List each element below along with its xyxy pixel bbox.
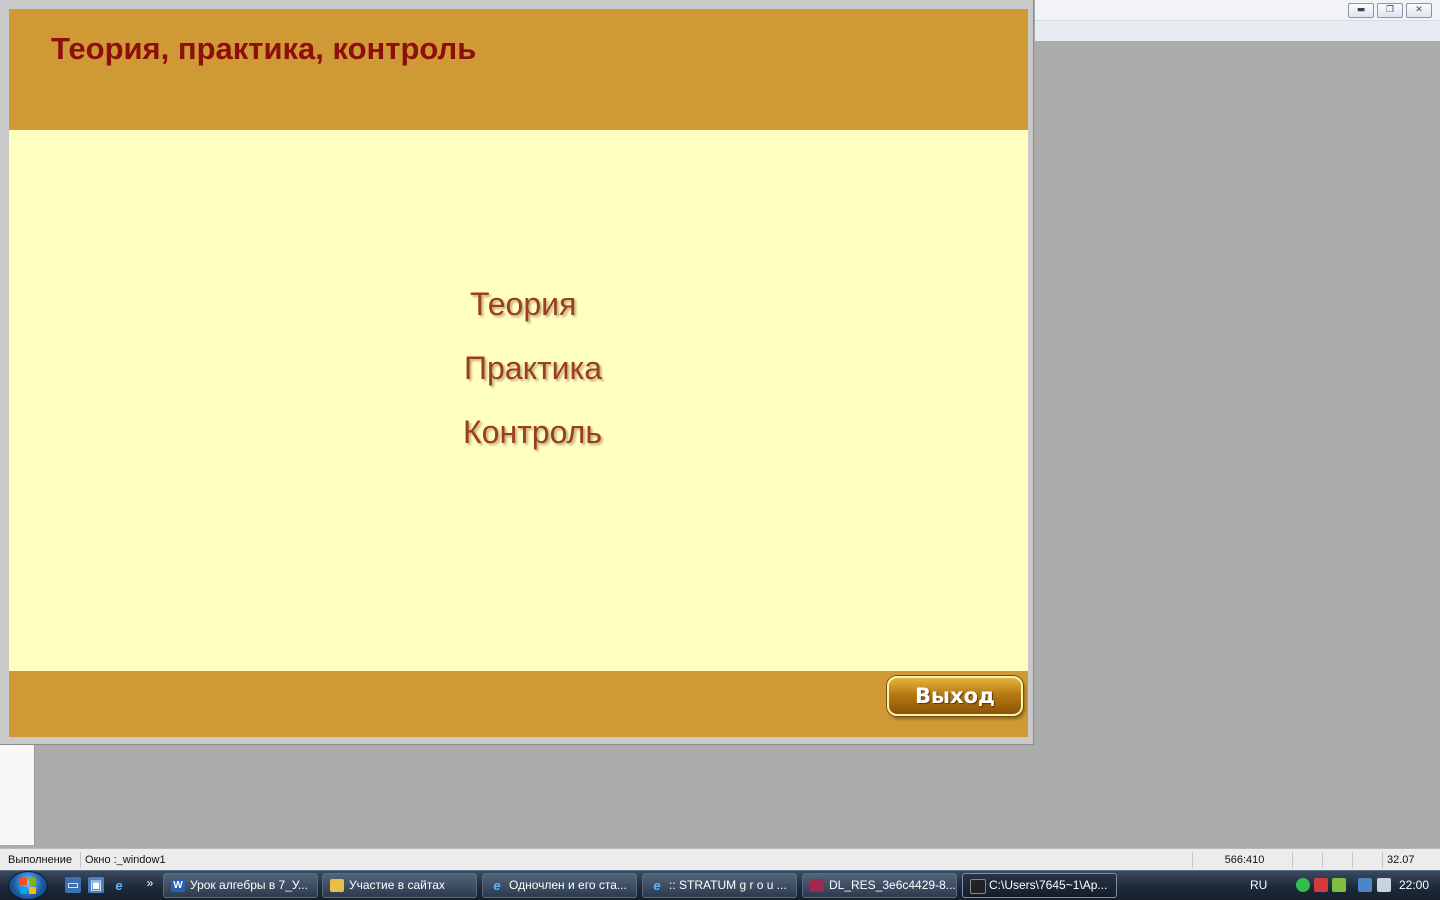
page-title: Теория, практика, контроль	[51, 31, 477, 66]
taskbar-button-label: C:\Users\7645~1\Ap...	[989, 878, 1108, 892]
status-empty-cell	[1292, 852, 1322, 868]
footer-band: Выход	[9, 671, 1028, 737]
cmd-icon	[970, 879, 986, 894]
mdi-title-bar: ▬ ❐ ✕	[1035, 0, 1440, 41]
status-empty-cell	[1352, 852, 1382, 868]
toolbar-strip	[1035, 20, 1440, 41]
taskbar-button-folder[interactable]: Участие в сайтах	[322, 873, 477, 898]
window-controls: ▬ ❐ ✕	[1348, 3, 1432, 18]
taskbar-button-label: Участие в сайтах	[349, 878, 445, 892]
status-bar: Выполнение Окно :_window1 566:410 32.07	[0, 848, 1440, 870]
volume-icon[interactable]	[1377, 878, 1391, 892]
tray-status-icon[interactable]	[1296, 878, 1310, 892]
status-cursor-position: 566:410	[1192, 852, 1292, 868]
ie-icon: e	[493, 877, 501, 893]
menu-item-practice[interactable]: Практика	[464, 350, 602, 387]
taskbar-button-winrar[interactable]: DL_RES_3e6c4429-8...	[802, 873, 957, 898]
minimize-icon: ▬	[1356, 5, 1366, 15]
presentation-window: Теория, практика, контроль Теория Практи…	[0, 0, 1034, 745]
minimize-button[interactable]: ▬	[1348, 3, 1374, 18]
taskbar-button-word[interactable]: W Урок алгебры в 7_У...	[163, 873, 318, 898]
show-desktop-icon[interactable]: ▭	[65, 877, 81, 893]
network-icon[interactable]	[1358, 878, 1372, 892]
taskbar-button-ie-2[interactable]: e :: STRATUM g r o u ...	[642, 873, 797, 898]
tray-antivirus-icon[interactable]	[1314, 878, 1328, 892]
header-band: Теория, практика, контроль	[9, 9, 1028, 130]
switch-windows-icon[interactable]: ▣	[88, 877, 104, 893]
status-mode: Выполнение	[8, 854, 73, 866]
taskbar-button-label: Урок алгебры в 7_У...	[190, 878, 308, 892]
tray-update-icon[interactable]	[1332, 878, 1346, 892]
taskbar-button-label: :: STRATUM g r o u ...	[669, 878, 787, 892]
internet-explorer-icon[interactable]: e	[111, 877, 127, 893]
exit-button[interactable]: Выход	[887, 676, 1023, 716]
quicklaunch-more-icon[interactable]: »	[142, 875, 158, 891]
left-panel-strip	[0, 745, 35, 845]
restore-button[interactable]: ❐	[1377, 3, 1403, 18]
winrar-icon	[810, 879, 824, 892]
taskbar-button-cmd[interactable]: C:\Users\7645~1\Ap...	[962, 873, 1117, 898]
content-area: Теория Практика Контроль	[9, 130, 1028, 671]
menu-item-control[interactable]: Контроль	[463, 414, 602, 451]
language-indicator[interactable]: RU	[1250, 878, 1267, 892]
status-value: 32.07	[1382, 852, 1422, 868]
ie-icon: e	[653, 877, 661, 893]
close-icon: ✕	[1415, 5, 1423, 15]
close-button[interactable]: ✕	[1406, 3, 1432, 18]
word-icon: W	[171, 879, 185, 892]
restore-icon: ❐	[1385, 5, 1395, 15]
taskbar-button-label: DL_RES_3e6c4429-8...	[829, 878, 956, 892]
folder-icon	[330, 879, 344, 892]
taskbar-button-label: Одночлен и его ста...	[509, 878, 627, 892]
status-empty-cell	[1322, 852, 1352, 868]
status-window-name: Окно :_window1	[80, 852, 280, 868]
windows-logo-icon	[20, 877, 36, 894]
taskbar: ▭ ▣ e » W Урок алгебры в 7_У... Участие …	[0, 870, 1440, 900]
taskbar-button-ie-1[interactable]: e Одночлен и его ста...	[482, 873, 637, 898]
clock[interactable]: 22:00	[1399, 878, 1429, 892]
menu-item-theory[interactable]: Теория	[470, 286, 576, 323]
start-button[interactable]	[8, 871, 48, 900]
